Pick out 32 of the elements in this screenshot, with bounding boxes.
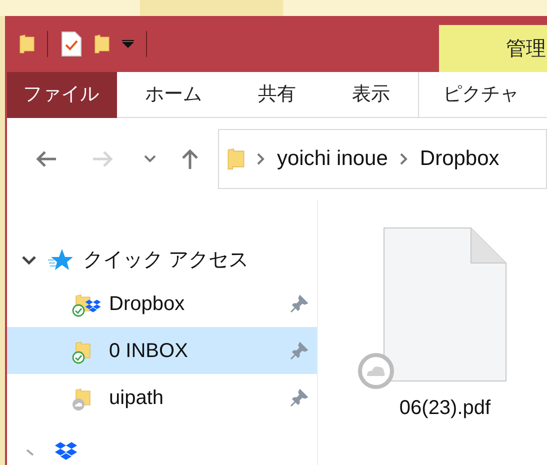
checklist-document-icon[interactable] [60,31,82,57]
dropdown-arrow-icon[interactable] [122,40,134,48]
tree-item[interactable]: Dropbox [7,280,317,327]
up-arrow-icon[interactable] [180,148,200,170]
back-arrow-icon[interactable] [35,150,57,168]
file-item[interactable]: 06(23).pdf [358,227,508,465]
tree-item[interactable]: 0 INBOX [7,327,317,374]
file-name: 06(23).pdf [399,396,491,421]
tree-item[interactable]: クイック アクセス [83,245,249,275]
file-tab[interactable]: ファイル [7,72,117,118]
tree-item[interactable]: uipath [7,374,317,421]
chevron-right-icon[interactable] [257,153,265,165]
context-tab[interactable]: 管理 [439,25,547,72]
address-bar[interactable]: yoichi inoue Dropbox [218,129,547,189]
ribbon-tab[interactable]: ホーム [117,72,230,118]
dropbox-icon [85,298,101,312]
chevron-down-icon[interactable] [21,254,37,266]
address-segment[interactable]: yoichi inoue [277,143,388,175]
address-segment[interactable]: Dropbox [420,143,500,175]
chevron-down-icon[interactable] [144,155,156,163]
folder-icon [94,34,110,54]
ribbon-tab[interactable]: ピクチャ [418,72,547,118]
pin-icon[interactable] [289,294,309,314]
document-icon [383,227,507,382]
pin-icon[interactable] [289,340,309,360]
folder-icon [227,146,245,172]
chevron-right-icon[interactable] [400,153,408,165]
star-icon [47,248,73,272]
pin-icon[interactable] [289,388,309,408]
ribbon-tab[interactable]: 表示 [324,72,418,118]
ribbon-tab[interactable]: 共有 [230,72,324,118]
folder-icon [19,34,35,54]
